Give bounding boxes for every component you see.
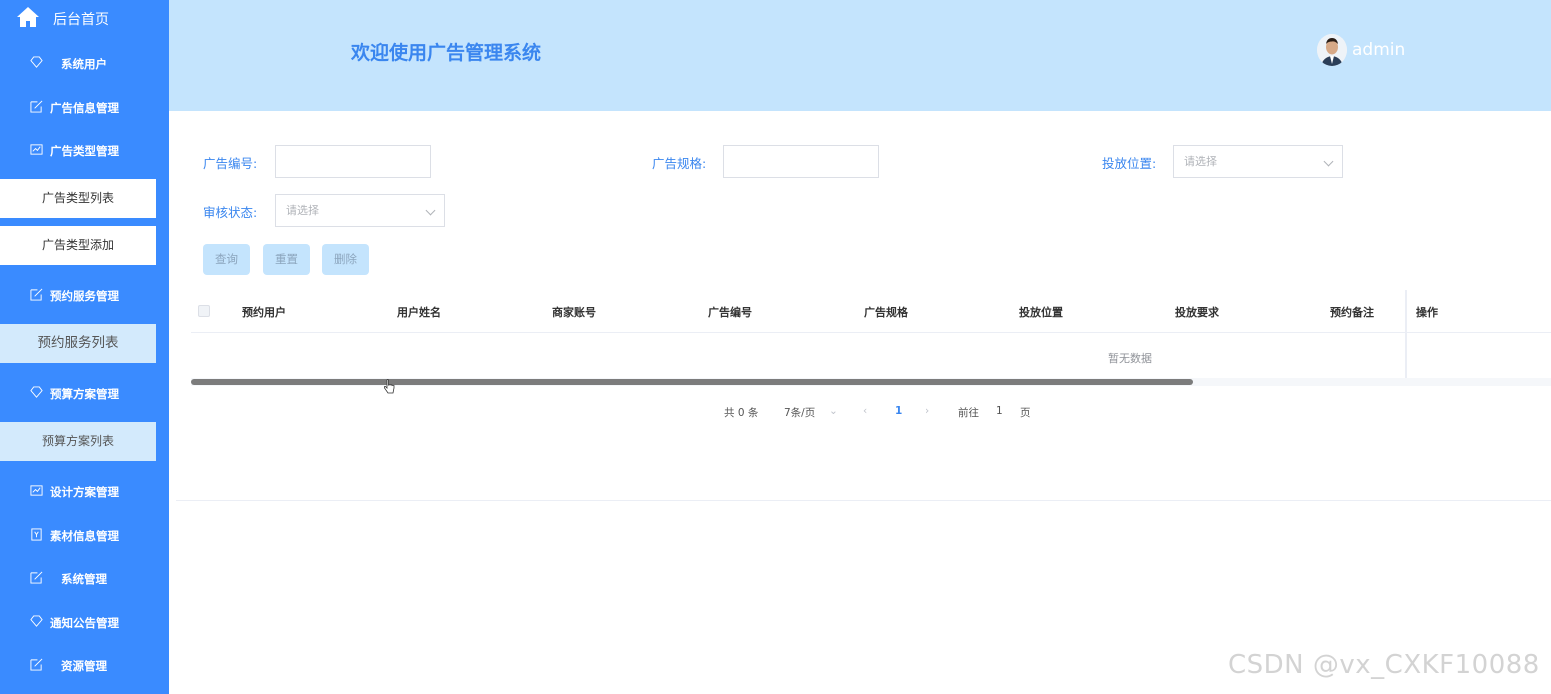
ad-spec-input[interactable] bbox=[723, 145, 879, 178]
column-header: 广告规格 bbox=[864, 306, 908, 319]
watermark: CSDN @vx_CXKF10088 bbox=[1228, 650, 1540, 680]
sidebar-item-system[interactable]: 系统管理 bbox=[0, 558, 169, 598]
table-header-divider bbox=[191, 332, 1551, 333]
sidebar-home[interactable]: 后台首页 bbox=[0, 0, 169, 36]
sidebar-item-label: 广告信息管理 bbox=[50, 101, 119, 115]
sidebar-item-label: 资源管理 bbox=[61, 659, 107, 673]
next-page-icon[interactable]: › bbox=[925, 405, 929, 417]
edit-icon bbox=[30, 571, 43, 584]
column-header: 预约备注 bbox=[1330, 306, 1374, 319]
prev-page-icon[interactable]: ‹ bbox=[863, 405, 867, 417]
diamond-icon bbox=[30, 56, 43, 68]
user-avatar-icon bbox=[1317, 34, 1347, 66]
horizontal-scrollbar[interactable] bbox=[191, 379, 1193, 385]
chevron-down-icon bbox=[1323, 156, 1334, 167]
pagination-total: 共 0 条 bbox=[724, 407, 759, 419]
sidebar-home-label: 后台首页 bbox=[53, 12, 109, 28]
diamond-icon bbox=[30, 386, 43, 398]
query-button[interactable]: 查询 bbox=[203, 244, 250, 275]
chart-icon bbox=[30, 485, 43, 496]
sidebar-item-label: 预算方案管理 bbox=[50, 387, 119, 401]
ad-spec-label: 广告规格: bbox=[652, 156, 707, 171]
sidebar-item-material[interactable]: 素材信息管理 bbox=[0, 515, 169, 555]
sidebar-item-system-users[interactable]: 系统用户 bbox=[0, 43, 169, 83]
ad-number-input[interactable] bbox=[275, 145, 431, 178]
reset-button[interactable]: 重置 bbox=[263, 244, 310, 275]
column-header: 用户姓名 bbox=[397, 306, 441, 319]
sidebar-item-booking[interactable]: 预约服务管理 bbox=[0, 275, 169, 315]
column-header: 商家账号 bbox=[552, 306, 596, 319]
sidebar-item-resource[interactable]: 资源管理 bbox=[0, 645, 169, 685]
sidebar-item-budget[interactable]: 预算方案管理 bbox=[0, 373, 169, 413]
hand-cursor-icon bbox=[383, 379, 395, 394]
sidebar-item-ad-type[interactable]: 广告类型管理 bbox=[0, 130, 169, 170]
select-all-checkbox[interactable] bbox=[198, 305, 210, 317]
position-label: 投放位置: bbox=[1102, 156, 1157, 171]
avatar[interactable] bbox=[1317, 34, 1347, 66]
header: 欢迎使用广告管理系统 admin bbox=[169, 0, 1551, 111]
page-number-current[interactable]: 1 bbox=[895, 405, 902, 417]
home-icon bbox=[17, 7, 39, 27]
chevron-down-icon[interactable]: ⌄ bbox=[829, 405, 838, 417]
goto-page-input[interactable]: 1 bbox=[996, 405, 1003, 417]
review-status-select-placeholder: 请选择 bbox=[286, 204, 319, 217]
fixed-column-divider bbox=[1405, 290, 1407, 386]
review-status-label: 审核状态: bbox=[203, 205, 258, 220]
sidebar-item-design[interactable]: 设计方案管理 bbox=[0, 471, 169, 511]
edit-icon bbox=[30, 100, 43, 113]
edit-icon bbox=[30, 658, 43, 671]
sidebar-sub-budget-list[interactable]: 预算方案列表 bbox=[0, 422, 156, 461]
position-select-placeholder: 请选择 bbox=[1184, 155, 1217, 168]
sidebar-item-label: 预约服务管理 bbox=[50, 289, 119, 303]
username[interactable]: admin bbox=[1352, 40, 1405, 60]
sidebar-item-label: 系统管理 bbox=[61, 572, 107, 586]
position-select[interactable]: 请选择 bbox=[1173, 145, 1343, 178]
column-header: 广告编号 bbox=[708, 306, 752, 319]
sidebar-item-ad-info[interactable]: 广告信息管理 bbox=[0, 87, 169, 127]
column-header: 预约用户 bbox=[242, 306, 286, 319]
column-header-actions: 操作 bbox=[1416, 306, 1438, 319]
edit-icon bbox=[30, 288, 43, 301]
diamond-icon bbox=[30, 615, 43, 627]
sidebar-sub-type-add[interactable]: 广告类型添加 bbox=[0, 226, 156, 265]
chevron-down-icon bbox=[425, 205, 436, 216]
sidebar-item-notice[interactable]: 通知公告管理 bbox=[0, 602, 169, 642]
sidebar-item-label: 广告类型管理 bbox=[50, 144, 119, 158]
delete-button[interactable]: 删除 bbox=[322, 244, 369, 275]
sidebar-item-label: 系统用户 bbox=[61, 57, 107, 71]
sidebar-item-label: 通知公告管理 bbox=[50, 616, 119, 630]
document-icon bbox=[31, 528, 42, 541]
sidebar: 后台首页 系统用户 广告信息管理 广告类型管理 广告类型列表 广告类型添加 预约… bbox=[0, 0, 169, 694]
review-status-select[interactable]: 请选择 bbox=[275, 194, 445, 227]
sidebar-sub-type-list[interactable]: 广告类型列表 bbox=[0, 179, 156, 218]
column-header: 投放位置 bbox=[1019, 306, 1063, 319]
chart-icon bbox=[30, 144, 43, 155]
ad-number-label: 广告编号: bbox=[203, 156, 258, 171]
sidebar-sub-booking-list[interactable]: 预约服务列表 bbox=[0, 324, 156, 363]
column-header: 投放要求 bbox=[1175, 306, 1219, 319]
sidebar-item-label: 设计方案管理 bbox=[50, 485, 119, 499]
sidebar-item-label: 素材信息管理 bbox=[50, 529, 119, 543]
goto-label: 前往 bbox=[958, 407, 979, 419]
empty-state: 暂无数据 bbox=[1108, 352, 1152, 365]
page-size-select[interactable]: 7条/页 bbox=[784, 405, 815, 420]
page-title: 欢迎使用广告管理系统 bbox=[351, 42, 542, 64]
content-divider bbox=[176, 500, 1551, 501]
page-suffix-label: 页 bbox=[1020, 407, 1031, 419]
